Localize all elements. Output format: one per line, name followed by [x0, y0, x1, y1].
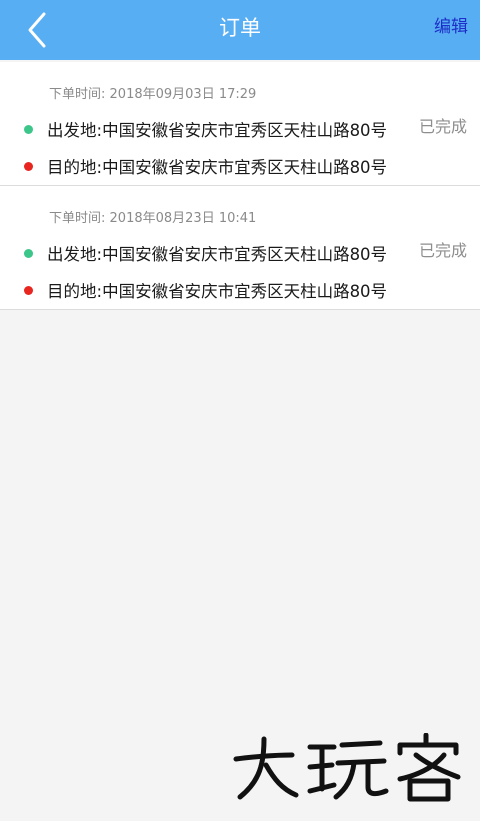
departure-row: 出发地:中国安徽省安庆市宜秀区天柱山路80号 — [24, 117, 387, 141]
destination-label: 目的地: — [47, 158, 103, 177]
destination-dot-icon — [24, 162, 33, 171]
order-time-value: 2018年09月03日 17:29 — [109, 87, 257, 102]
order-card[interactable]: 下单时间: 2018年09月03日 17:29 出发地:中国安徽省安庆市宜秀区天… — [0, 62, 480, 186]
page-title: 订单 — [219, 16, 261, 40]
departure-dot-icon — [24, 125, 33, 134]
departure-label: 出发地: — [47, 245, 103, 264]
destination-label: 目的地: — [47, 282, 103, 301]
order-list: 下单时间: 2018年09月03日 17:29 出发地:中国安徽省安庆市宜秀区天… — [0, 62, 480, 310]
order-card[interactable]: 下单时间: 2018年08月23日 10:41 出发地:中国安徽省安庆市宜秀区天… — [0, 186, 480, 310]
order-time-label: 下单时间: — [49, 211, 106, 226]
departure-label: 出发地: — [47, 121, 103, 140]
departure-address: 中国安徽省安庆市宜秀区天柱山路80号 — [102, 121, 388, 140]
order-time-value: 2018年08月23日 10:41 — [109, 211, 257, 226]
watermark-logo — [230, 732, 470, 803]
departure-row: 出发地:中国安徽省安庆市宜秀区天柱山路80号 — [24, 241, 387, 265]
destination-row: 目的地:中国安徽省安庆市宜秀区天柱山路80号 — [24, 278, 387, 302]
order-time-label: 下单时间: — [49, 87, 106, 102]
departure-dot-icon — [24, 249, 33, 258]
top-navigation-bar: 订单 编辑 — [0, 0, 480, 60]
destination-address: 中国安徽省安庆市宜秀区天柱山路80号 — [102, 158, 388, 177]
order-status: 已完成 — [418, 117, 467, 136]
departure-address: 中国安徽省安庆市宜秀区天柱山路80号 — [102, 245, 388, 264]
order-time: 下单时间: 2018年09月03日 17:29 — [49, 83, 256, 102]
edit-button[interactable]: 编辑 — [434, 0, 468, 60]
destination-row: 目的地:中国安徽省安庆市宜秀区天柱山路80号 — [24, 154, 387, 178]
order-time: 下单时间: 2018年08月23日 10:41 — [49, 207, 256, 226]
order-status: 已完成 — [418, 241, 467, 260]
destination-dot-icon — [24, 286, 33, 295]
destination-address: 中国安徽省安庆市宜秀区天柱山路80号 — [102, 282, 388, 301]
